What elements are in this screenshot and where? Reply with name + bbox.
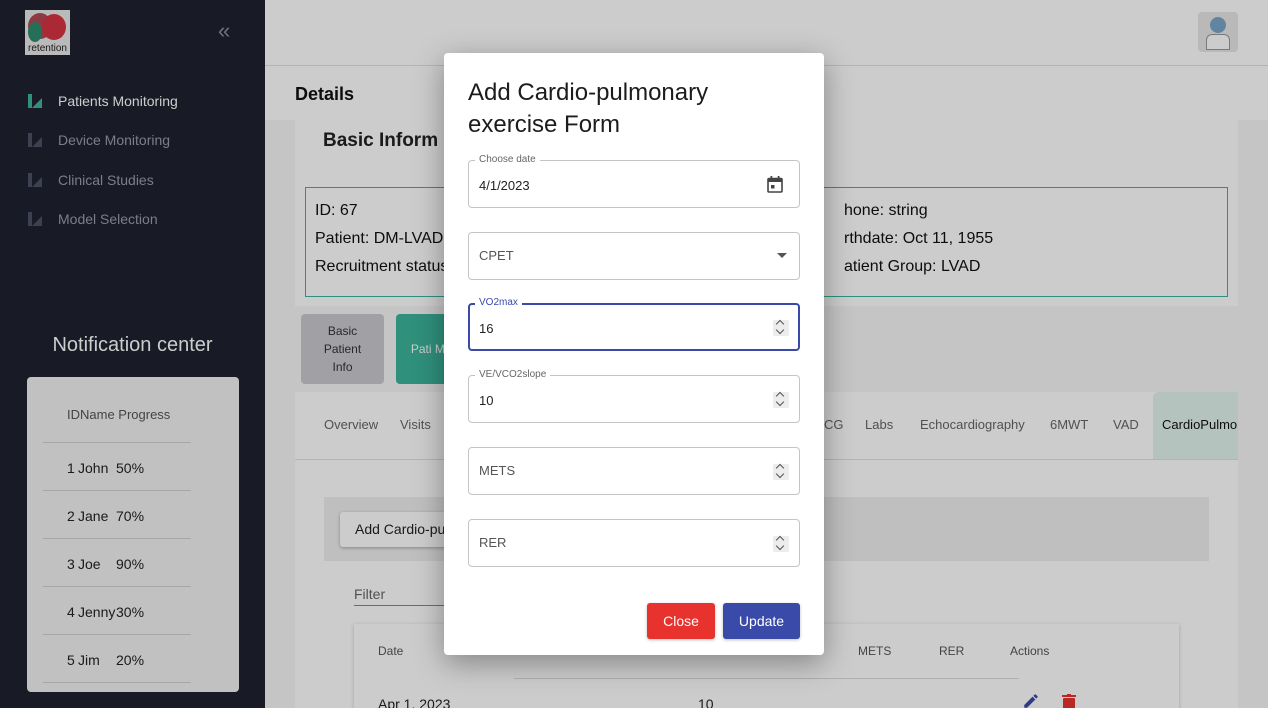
ve-vco2-slope-field[interactable]: VE/VCO2slope 10	[468, 369, 800, 423]
vo2max-field-value: 16	[479, 321, 494, 336]
close-button[interactable]: Close	[647, 603, 715, 639]
rer-field-placeholder: RER	[479, 535, 507, 550]
mets-field-placeholder: METS	[479, 463, 516, 478]
number-stepper-icon[interactable]	[773, 535, 789, 552]
update-button[interactable]: Update	[723, 603, 800, 639]
calendar-icon[interactable]	[767, 176, 783, 193]
vo2max-field-label: VO2max	[475, 297, 522, 309]
ve-vco2-slope-field-label: VE/VCO2slope	[475, 369, 551, 381]
ve-vco2-slope-field-value: 10	[479, 393, 494, 408]
test-type-select[interactable]: CPET	[468, 232, 800, 280]
dropdown-arrow-icon[interactable]	[777, 253, 787, 258]
number-stepper-icon[interactable]	[773, 319, 789, 336]
rer-field[interactable]: RER	[468, 519, 800, 567]
date-field-value: 4/1/2023	[479, 178, 530, 193]
number-stepper-icon[interactable]	[773, 391, 789, 408]
dialog-title: Add Cardio-pulmonary exercise Form	[468, 79, 709, 138]
cpet-form-dialog: Add Cardio-pulmonary exercise Form Choos…	[444, 53, 824, 655]
date-field-label: Choose date	[475, 154, 540, 166]
mets-field[interactable]: METS	[468, 447, 800, 495]
test-type-value: CPET	[479, 248, 514, 263]
date-field[interactable]: Choose date 4/1/2023	[468, 154, 800, 208]
vo2max-field[interactable]: VO2max 16	[468, 297, 800, 351]
number-stepper-icon[interactable]	[773, 463, 789, 480]
